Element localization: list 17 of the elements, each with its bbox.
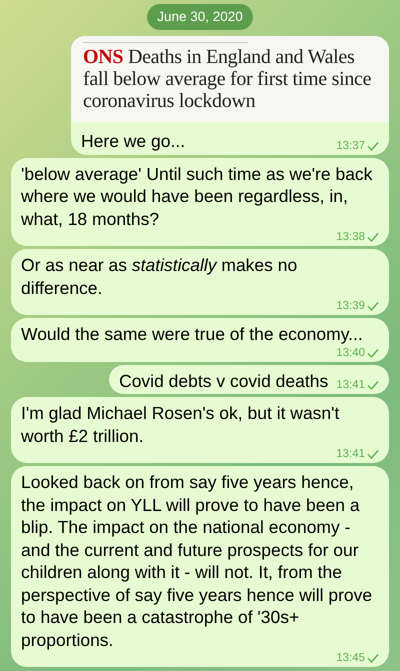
article-headline: ONS Deaths in England and Wales fall below average for first time since coronavirus lockdown (83, 46, 372, 112)
article-preview[interactable]: ONS Deaths in England and Wales fall below average for first time since coronavirus lockdown (71, 36, 389, 122)
message-text: Would the same were true of the economy... (21, 323, 363, 346)
date-label: June 30, 2020 (147, 4, 253, 30)
message-time: 13:39 (336, 299, 365, 314)
message-text: Or as near as statistically makes no difference. (21, 254, 298, 300)
message-text: 'below average' Until such time as we're back where we would have been regardless, in, what, 18 months? (21, 162, 374, 230)
message-text: Covid debts v covid deaths (119, 370, 328, 392)
message-text: Looked back on from say five years hence, the impact on YLL will prove to have been a blip. The impact on the national economy - and the current and future prospects for our children along with it - will not. It, from the perspective of say five years hence will prove to have been a catastrophe of '30s+ proportions. (21, 471, 374, 652)
message-time: 13:38 (336, 230, 365, 244)
message-time: 13:37 (336, 138, 365, 153)
message-time: 13:41 (336, 447, 365, 462)
message-time: 13:45 (336, 651, 365, 666)
message-text: I'm glad Michael Rosen's ok, but it wasn't worth £2 trillion. (21, 402, 340, 448)
message-text: Here we go... (81, 130, 186, 153)
message-time: 13:41 (336, 378, 365, 392)
message-time: 13:40 (336, 346, 365, 360)
